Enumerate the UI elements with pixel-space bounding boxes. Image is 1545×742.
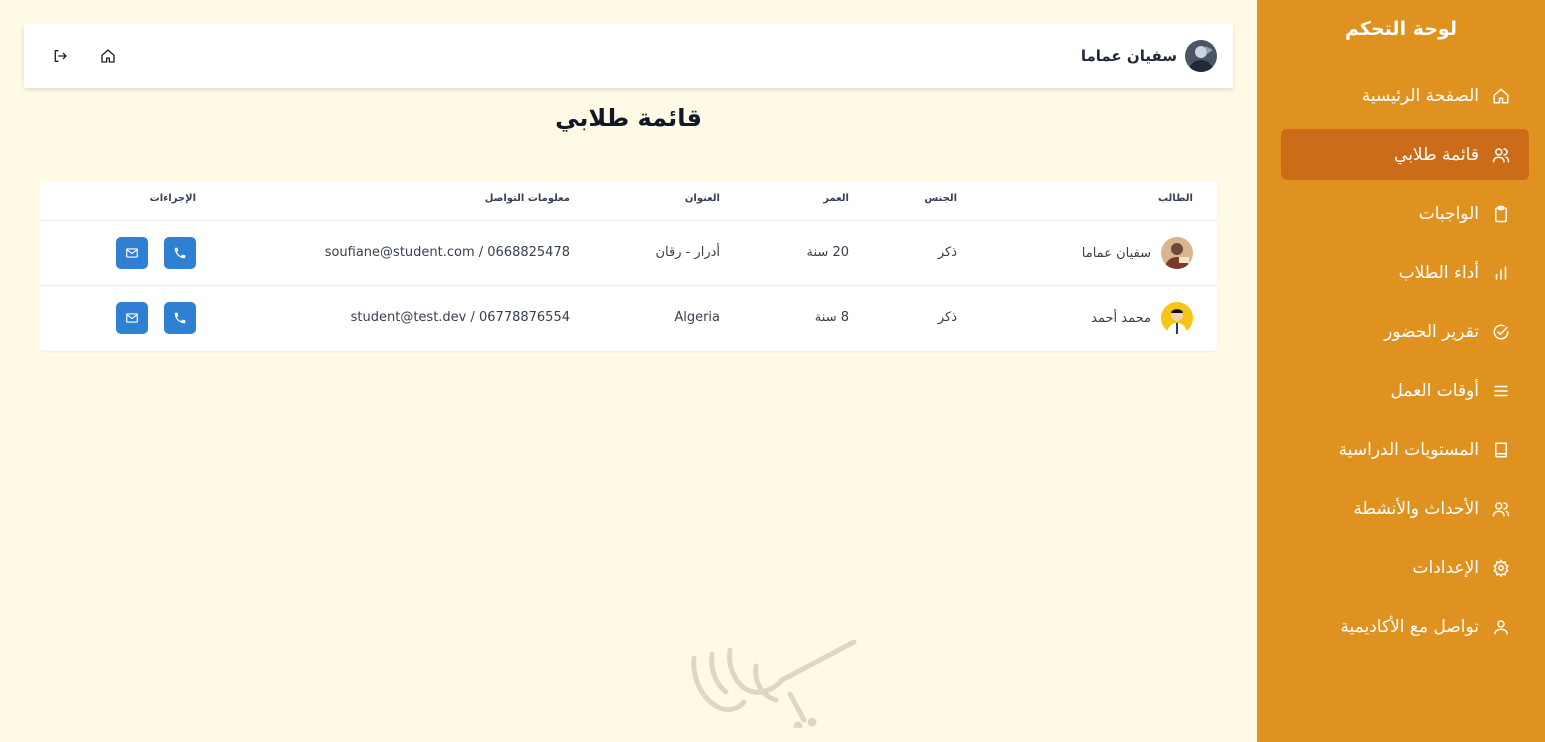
top-header: سفيان عماما bbox=[24, 24, 1233, 88]
sidebar-item-label: الصفحة الرئيسية bbox=[1361, 85, 1479, 106]
sidebar-item-events[interactable]: الأحداث والأنشطة bbox=[1281, 483, 1529, 534]
call-button[interactable] bbox=[164, 302, 196, 334]
sidebar-item-performance[interactable]: أداء الطلاب bbox=[1281, 247, 1529, 298]
header-gender: الجنس bbox=[924, 193, 957, 204]
header-contact: معلومات التواصل bbox=[484, 193, 570, 204]
home-button[interactable] bbox=[97, 45, 119, 67]
watermark-logo bbox=[686, 636, 858, 731]
logout-icon bbox=[52, 48, 68, 64]
sidebar: لوحة التحكم الصفحة الرئيسية قائمة طلابي … bbox=[1257, 0, 1545, 742]
user-icon bbox=[1491, 617, 1511, 637]
call-button[interactable] bbox=[164, 237, 196, 269]
logout-button[interactable] bbox=[49, 45, 71, 67]
sidebar-item-label: تقرير الحضور bbox=[1384, 321, 1479, 342]
address-cell: أدرار - رقان bbox=[655, 245, 720, 260]
home-icon bbox=[100, 48, 116, 64]
mail-icon bbox=[125, 311, 139, 325]
students-table: الطالب الجنس العمر العنوان معلومات التوا… bbox=[40, 181, 1217, 351]
sidebar-item-assignments[interactable]: الواجبات bbox=[1281, 188, 1529, 239]
user-profile[interactable]: سفيان عماما bbox=[1081, 40, 1217, 72]
sidebar-item-levels[interactable]: المستويات الدراسية bbox=[1281, 424, 1529, 475]
table-row: محمد أحمد ذكر 8 سنة Algeria student@test… bbox=[40, 285, 1217, 350]
contact-cell: student@test.dev / 06778876554 bbox=[350, 310, 570, 325]
header-student: الطالب bbox=[1157, 193, 1193, 204]
sidebar-item-label: المستويات الدراسية bbox=[1338, 439, 1479, 460]
avatar bbox=[1185, 40, 1217, 72]
home-icon bbox=[1491, 86, 1511, 106]
sidebar-item-label: الإعدادات bbox=[1412, 557, 1479, 578]
header-actions: الإجراءات bbox=[149, 193, 196, 204]
student-cell: محمد أحمد bbox=[1091, 302, 1193, 334]
sidebar-item-label: تواصل مع الأكاديمية bbox=[1340, 616, 1479, 637]
avatar bbox=[1161, 237, 1193, 269]
book-icon bbox=[1491, 440, 1511, 460]
email-button[interactable] bbox=[116, 237, 148, 269]
check-circle-icon bbox=[1491, 322, 1511, 342]
contact-cell: soufiane@student.com / 0668825478 bbox=[324, 245, 570, 260]
student-name: محمد أحمد bbox=[1091, 310, 1151, 326]
avatar bbox=[1161, 302, 1193, 334]
sidebar-item-label: الأحداث والأنشطة bbox=[1353, 498, 1479, 519]
sidebar-item-work-hours[interactable]: أوقات العمل bbox=[1281, 365, 1529, 416]
email-button[interactable] bbox=[116, 302, 148, 334]
clipboard-icon bbox=[1491, 204, 1511, 224]
gear-icon bbox=[1491, 558, 1511, 578]
age-cell: 8 سنة bbox=[814, 310, 849, 325]
gender-cell: ذكر bbox=[937, 310, 957, 325]
sidebar-item-contact[interactable]: تواصل مع الأكاديمية bbox=[1281, 601, 1529, 652]
sidebar-item-label: الواجبات bbox=[1418, 203, 1479, 224]
user-name: سفيان عماما bbox=[1080, 47, 1177, 65]
student-name: سفيان عماما bbox=[1081, 245, 1151, 261]
address-cell: Algeria bbox=[674, 310, 720, 325]
phone-icon bbox=[173, 246, 187, 260]
sidebar-title: لوحة التحكم bbox=[1345, 18, 1457, 40]
sidebar-item-home[interactable]: الصفحة الرئيسية bbox=[1281, 70, 1529, 121]
bar-chart-icon bbox=[1491, 263, 1511, 283]
sidebar-item-students[interactable]: قائمة طلابي bbox=[1281, 129, 1529, 180]
phone-icon bbox=[173, 311, 187, 325]
sidebar-item-label: أداء الطلاب bbox=[1398, 262, 1479, 283]
sidebar-item-attendance[interactable]: تقرير الحضور bbox=[1281, 306, 1529, 357]
sidebar-item-settings[interactable]: الإعدادات bbox=[1281, 542, 1529, 593]
header-age: العمر bbox=[823, 193, 849, 204]
menu-lines-icon bbox=[1491, 381, 1511, 401]
student-cell: سفيان عماما bbox=[1082, 237, 1193, 269]
sidebar-item-label: قائمة طلابي bbox=[1394, 144, 1479, 165]
page-title: قائمة طلابي bbox=[555, 104, 702, 132]
gender-cell: ذكر bbox=[937, 245, 957, 260]
table-row: سفيان عماما ذكر 20 سنة أدرار - رقان souf… bbox=[40, 220, 1217, 285]
header-address: العنوان bbox=[684, 193, 720, 204]
age-cell: 20 سنة bbox=[806, 245, 849, 260]
users-icon bbox=[1491, 499, 1511, 519]
mail-icon bbox=[125, 246, 139, 260]
users-icon bbox=[1491, 145, 1511, 165]
sidebar-item-label: أوقات العمل bbox=[1390, 380, 1479, 401]
